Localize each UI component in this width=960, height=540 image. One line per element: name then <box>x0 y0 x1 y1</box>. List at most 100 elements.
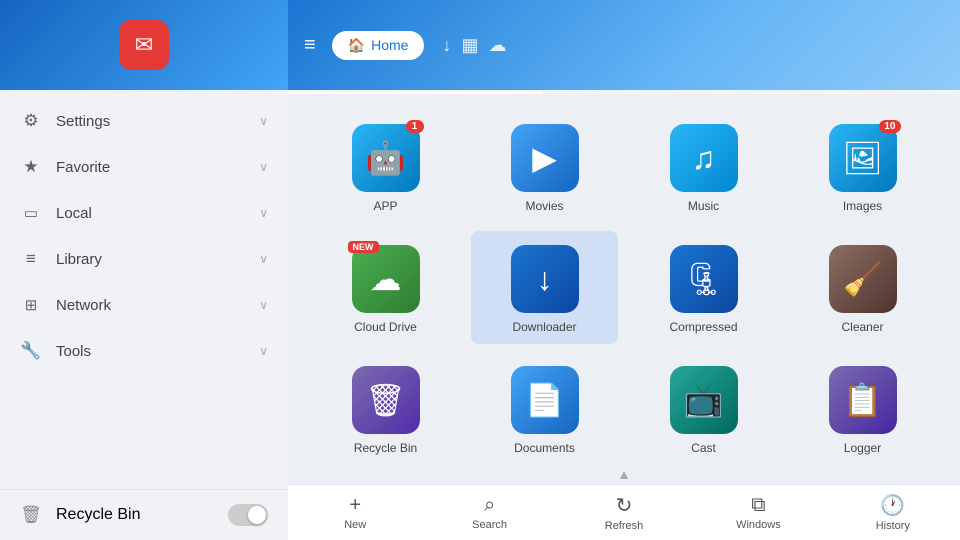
grid-item-compressed[interactable]: 🗜 Compressed <box>630 231 777 344</box>
sidebar-item-network[interactable]: ⊞ Network ∨ <box>0 282 288 328</box>
new-button[interactable]: + New <box>288 488 422 537</box>
app-icon: 🤖 1 <box>352 124 420 192</box>
topbar: ≡ 🏠 Home ↓ ▦ ☁ <box>288 0 960 90</box>
hamburger-icon[interactable]: ≡ <box>304 34 316 57</box>
sidebar-label-library: Library <box>56 251 259 268</box>
progress-bar-fill <box>288 90 543 94</box>
chevron-library: ∨ <box>259 252 268 266</box>
tools-icon: 🔧 <box>20 340 42 362</box>
sidebar-item-library[interactable]: ≡ Library ∨ <box>0 236 288 282</box>
grid-item-downloader[interactable]: ↓ Downloader <box>471 231 618 344</box>
history-button[interactable]: 🕐 History <box>826 487 960 538</box>
settings-icon: ⚙ <box>20 110 42 132</box>
chevron-settings: ∨ <box>259 114 268 128</box>
grid-icon[interactable]: ▦ <box>461 35 478 56</box>
logger-icon: 📋 <box>829 366 897 434</box>
movies-icon: ▶ <box>511 124 579 192</box>
grid-item-cleaner[interactable]: 🧹 Cleaner <box>789 231 936 344</box>
refresh-button[interactable]: ↻ Refresh <box>557 487 691 538</box>
sidebar-item-favorite[interactable]: ★ Favorite ∨ <box>0 144 288 190</box>
scroll-up-arrow[interactable]: ▲ <box>288 462 960 484</box>
download-icon[interactable]: ↓ <box>442 35 451 56</box>
cast-icon: 📺 <box>670 366 738 434</box>
compressed-label: Compressed <box>669 320 737 334</box>
sidebar-nav: ⚙ Settings ∨ ★ Favorite ∨ ▭ Local ∨ ≡ Li… <box>0 90 288 489</box>
windows-label: Windows <box>736 519 781 531</box>
grid-item-movies[interactable]: ▶ Movies <box>471 110 618 223</box>
grid-item-images[interactable]: 🖼 10 Images <box>789 110 936 223</box>
history-icon: 🕐 <box>880 493 905 518</box>
images-badge: 10 <box>879 120 900 133</box>
library-icon: ≡ <box>20 248 42 270</box>
recycle-bin-toggle[interactable] <box>228 504 268 526</box>
grid-item-documents[interactable]: 📄 Documents <box>471 352 618 462</box>
grid-item-cloud-drive[interactable]: ☁ NEW Cloud Drive <box>312 231 459 344</box>
app-badge: 1 <box>406 120 424 133</box>
sidebar-label-network: Network <box>56 297 259 314</box>
history-label: History <box>876 520 910 532</box>
bottombar: + New ⌕ Search ↻ Refresh ⧉ Windows 🕐 His… <box>288 484 960 540</box>
new-icon: + <box>349 494 361 517</box>
avatar: ✉ <box>119 20 169 70</box>
main-panel: ≡ 🏠 Home ↓ ▦ ☁ 🤖 1 APP ▶ <box>288 0 960 540</box>
recycle-bin-grid-icon: 🗑 <box>352 366 420 434</box>
grid-item-music[interactable]: ♫ Music <box>630 110 777 223</box>
downloader-icon: ↓ <box>511 245 579 313</box>
recycle-bin-icon: 🗑 <box>20 504 42 526</box>
documents-icon: 📄 <box>511 366 579 434</box>
sidebar-label-recycle-bin: Recycle Bin <box>56 506 228 524</box>
search-icon: ⌕ <box>484 494 495 517</box>
favorite-icon: ★ <box>20 156 42 178</box>
grid-area: 🤖 1 APP ▶ Movies ♫ Music 🖼 10 <box>288 94 960 462</box>
cleaner-icon: 🧹 <box>829 245 897 313</box>
search-button[interactable]: ⌕ Search <box>422 488 556 537</box>
network-icon: ⊞ <box>20 294 42 316</box>
progress-bar <box>288 90 960 94</box>
sidebar-header: ✉ <box>0 0 288 90</box>
downloader-label: Downloader <box>512 320 576 334</box>
home-icon: 🏠 <box>348 37 365 54</box>
app-label: APP <box>373 199 397 213</box>
new-badge: NEW <box>348 241 379 253</box>
cloud-drive-icon: ☁ NEW <box>352 245 420 313</box>
windows-icon: ⧉ <box>751 494 765 517</box>
chevron-network: ∨ <box>259 298 268 312</box>
movies-label: Movies <box>525 199 563 213</box>
chevron-tools: ∨ <box>259 344 268 358</box>
chevron-local: ∨ <box>259 206 268 220</box>
sidebar-label-tools: Tools <box>56 343 259 360</box>
windows-button[interactable]: ⧉ Windows <box>691 488 825 537</box>
recycle-bin-grid-label: Recycle Bin <box>354 441 417 455</box>
refresh-label: Refresh <box>605 520 644 532</box>
home-button[interactable]: 🏠 Home <box>332 31 425 60</box>
music-label: Music <box>688 199 719 213</box>
refresh-icon: ↻ <box>616 493 633 518</box>
cloud-topbar-icon[interactable]: ☁ <box>488 35 506 56</box>
images-label: Images <box>843 199 882 213</box>
grid-item-app[interactable]: 🤖 1 APP <box>312 110 459 223</box>
grid-item-recycle-bin[interactable]: 🗑 Recycle Bin <box>312 352 459 462</box>
sidebar-footer: 🗑 Recycle Bin <box>0 489 288 540</box>
sidebar-label-settings: Settings <box>56 113 259 130</box>
sidebar-label-favorite: Favorite <box>56 159 259 176</box>
toggle-knob <box>248 506 266 524</box>
cleaner-label: Cleaner <box>841 320 883 334</box>
sidebar-item-tools[interactable]: 🔧 Tools ∨ <box>0 328 288 374</box>
grid-item-logger[interactable]: 📋 Logger <box>789 352 936 462</box>
new-label: New <box>344 519 366 531</box>
logger-label: Logger <box>844 441 881 455</box>
music-icon: ♫ <box>670 124 738 192</box>
topbar-actions: ↓ ▦ ☁ <box>442 35 506 56</box>
sidebar: ✉ ⚙ Settings ∨ ★ Favorite ∨ ▭ Local ∨ ≡ … <box>0 0 288 540</box>
grid-item-cast[interactable]: 📺 Cast <box>630 352 777 462</box>
app-grid: 🤖 1 APP ▶ Movies ♫ Music 🖼 10 <box>312 110 936 462</box>
sidebar-item-local[interactable]: ▭ Local ∨ <box>0 190 288 236</box>
compressed-icon: 🗜 <box>670 245 738 313</box>
images-icon: 🖼 10 <box>829 124 897 192</box>
chevron-favorite: ∨ <box>259 160 268 174</box>
cloud-drive-label: Cloud Drive <box>354 320 417 334</box>
sidebar-item-settings[interactable]: ⚙ Settings ∨ <box>0 98 288 144</box>
cast-label: Cast <box>691 441 716 455</box>
documents-label: Documents <box>514 441 575 455</box>
search-label: Search <box>472 519 507 531</box>
